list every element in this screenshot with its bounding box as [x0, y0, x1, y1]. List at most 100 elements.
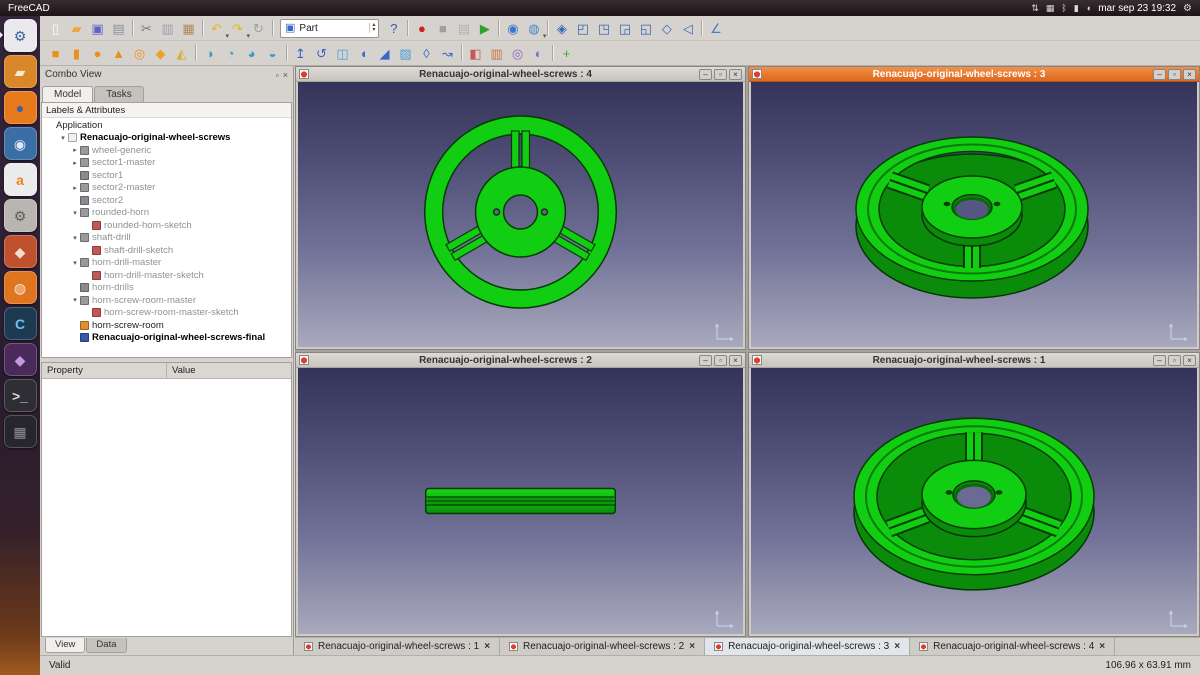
tree-column-header[interactable]: Labels & Attributes — [42, 103, 291, 118]
3d-viewport-4[interactable] — [298, 82, 743, 347]
launcher-files[interactable]: ▰ — [4, 55, 37, 88]
maximize-button[interactable]: ▫ — [1168, 355, 1181, 366]
session-menu-icon[interactable]: ⚙ — [1183, 3, 1192, 14]
extrude-button[interactable]: ↥ — [290, 43, 311, 64]
expander-down-icon[interactable]: ▾ — [70, 234, 80, 242]
macro-play-button[interactable]: ▶ — [474, 18, 495, 39]
boolean-cut-button[interactable]: ◔ — [220, 43, 241, 64]
tab-view[interactable]: View — [45, 638, 85, 653]
mdi-window-2[interactable]: Renacuajo-original-wheel-screws : 2 – ▫ … — [295, 352, 746, 637]
expander-down-icon[interactable]: ▾ — [70, 209, 80, 217]
fillet-button[interactable]: ◖ — [353, 43, 374, 64]
tree-item[interactable]: ▾horn-screw-room-master — [42, 294, 291, 307]
offset-button[interactable]: ◎ — [507, 43, 528, 64]
paste-button[interactable]: ▦ — [178, 18, 199, 39]
window-tab-4[interactable]: Renacuajo-original-wheel-screws : 4 × — [910, 638, 1115, 655]
view-rear-button[interactable]: ◱ — [635, 18, 656, 39]
print-button[interactable]: ▤ — [108, 18, 129, 39]
value-column-header[interactable]: Value — [167, 363, 291, 378]
add-button[interactable]: + — [556, 43, 577, 64]
view-bottom-button[interactable]: ◇ — [656, 18, 677, 39]
expander-down-icon[interactable]: ▾ — [58, 134, 68, 142]
tree-item[interactable]: ▸sector1-master — [42, 157, 291, 170]
tree-item[interactable]: sector2 — [42, 194, 291, 207]
workbench-selector[interactable]: ▣Part▴▾ — [280, 19, 379, 38]
close-button[interactable]: × — [1183, 69, 1196, 80]
launcher-c-application[interactable]: C — [4, 307, 37, 340]
expander-right-icon[interactable]: ▸ — [70, 146, 80, 154]
loft-button[interactable]: ◊ — [416, 43, 437, 64]
boolean-button[interactable]: ◑ — [199, 43, 220, 64]
view-right-button[interactable]: ◲ — [614, 18, 635, 39]
tree-item[interactable]: ▾Renacuajo-original-wheel-screws — [42, 132, 291, 145]
minimize-button[interactable]: – — [1153, 355, 1166, 366]
window-titlebar[interactable]: Renacuajo-original-wheel-screws : 4 – ▫ … — [296, 67, 745, 82]
revolve-button[interactable]: ↺ — [311, 43, 332, 64]
create-primitives-button[interactable]: ◆ — [150, 43, 171, 64]
mdi-window-3[interactable]: Renacuajo-original-wheel-screws : 3 – ▫ … — [748, 66, 1200, 350]
view-front-button[interactable]: ◰ — [572, 18, 593, 39]
expander-right-icon[interactable]: ▸ — [70, 159, 80, 167]
mirror-button[interactable]: ◫ — [332, 43, 353, 64]
window-tab-2[interactable]: Renacuajo-original-wheel-screws : 2 × — [500, 638, 705, 655]
open-file-button[interactable]: ▰ — [66, 18, 87, 39]
whats-this-button[interactable]: ? — [383, 18, 404, 39]
zoom-fit-button[interactable]: ◉ — [502, 18, 523, 39]
tree-item[interactable]: ▾shaft-drill — [42, 232, 291, 245]
redo-button[interactable]: ↷▾ — [227, 18, 248, 39]
cone-button[interactable]: ▲ — [108, 43, 129, 64]
clock[interactable]: mar sep 23 19:32 — [1098, 3, 1176, 14]
cross-sections-button[interactable]: ▥ — [486, 43, 507, 64]
tree-item[interactable]: sector1 — [42, 169, 291, 182]
tree-item[interactable]: horn-screw-room-master-sketch — [42, 307, 291, 320]
shape-builder-button[interactable]: ◭ — [171, 43, 192, 64]
sweep-button[interactable]: ↝ — [437, 43, 458, 64]
close-tab-icon[interactable]: × — [894, 641, 900, 652]
launcher-system-settings[interactable]: ⚙ — [4, 199, 37, 232]
tree-item[interactable]: shaft-drill-sketch — [42, 244, 291, 257]
close-tab-icon[interactable]: × — [1099, 641, 1105, 652]
maximize-button[interactable]: ▫ — [714, 355, 727, 366]
launcher-ubuntu-software[interactable]: ◍ — [4, 271, 37, 304]
3d-viewport-2[interactable] — [298, 368, 743, 634]
launcher-software-center[interactable]: ◆ — [4, 235, 37, 268]
minimize-button[interactable]: – — [1153, 69, 1166, 80]
new-document-button[interactable]: ▯ — [45, 18, 66, 39]
launcher-freecad[interactable]: ⚙ — [4, 19, 37, 52]
battery-icon[interactable]: ▮ — [1074, 0, 1079, 16]
window-titlebar[interactable]: Renacuajo-original-wheel-screws : 3 – ▫ … — [749, 67, 1199, 82]
property-column-header[interactable]: Property — [42, 363, 167, 378]
sphere-button[interactable]: ● — [87, 43, 108, 64]
launcher-firefox[interactable]: ● — [4, 91, 37, 124]
tab-model[interactable]: Model — [42, 86, 93, 102]
macro-edit-button[interactable]: ▤ — [453, 18, 474, 39]
tree-item[interactable]: ▸wheel-generic — [42, 144, 291, 157]
macro-stop-button[interactable]: ■ — [432, 18, 453, 39]
ruled-surface-button[interactable]: ▨ — [395, 43, 416, 64]
mdi-window-4[interactable]: Renacuajo-original-wheel-screws : 4 – ▫ … — [295, 66, 746, 350]
refresh-button[interactable]: ↻ — [248, 18, 269, 39]
window-titlebar[interactable]: Renacuajo-original-wheel-screws : 1 – ▫ … — [749, 353, 1199, 368]
tree-item[interactable]: Renacuajo-original-wheel-screws-final — [42, 332, 291, 345]
cut-button[interactable]: ✂ — [136, 18, 157, 39]
macro-record-button[interactable]: ● — [411, 18, 432, 39]
volume-icon[interactable]: ◖ — [1086, 0, 1091, 16]
3d-viewport-3[interactable] — [751, 82, 1197, 347]
minimize-button[interactable]: – — [699, 355, 712, 366]
dropdown-arrow-icon[interactable]: ▾ — [543, 32, 547, 40]
minimize-button[interactable]: – — [699, 69, 712, 80]
tree-item[interactable]: horn-drill-master-sketch — [42, 269, 291, 282]
tree-item[interactable]: horn-drills — [42, 282, 291, 295]
cylinder-button[interactable]: ▮ — [66, 43, 87, 64]
tab-tasks[interactable]: Tasks — [94, 86, 144, 102]
close-button[interactable]: × — [1183, 355, 1196, 366]
maximize-button[interactable]: ▫ — [1168, 69, 1181, 80]
window-tab-3[interactable]: Renacuajo-original-wheel-screws : 3 × — [705, 638, 910, 655]
close-tab-icon[interactable]: × — [484, 641, 490, 652]
launcher-utility[interactable]: ▦ — [4, 415, 37, 448]
close-panel-icon[interactable]: × — [283, 70, 288, 80]
window-titlebar[interactable]: Renacuajo-original-wheel-screws : 2 – ▫ … — [296, 353, 745, 368]
close-button[interactable]: × — [729, 355, 742, 366]
draw-style-button[interactable]: ◍▾ — [523, 18, 544, 39]
window-tab-1[interactable]: Renacuajo-original-wheel-screws : 1 × — [295, 638, 500, 655]
